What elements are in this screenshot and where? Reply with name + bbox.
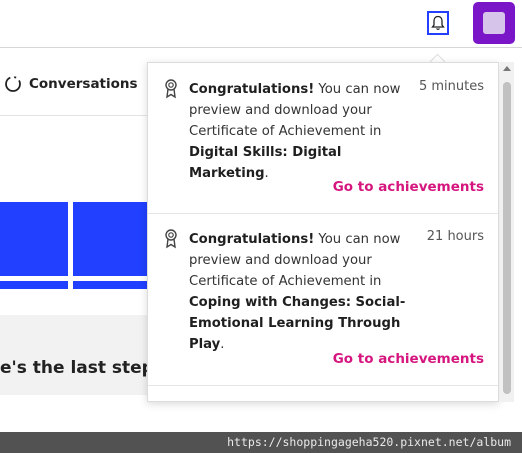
top-bar — [0, 0, 522, 48]
nav-divider — [0, 115, 148, 116]
notification-bold-start: Congratulations! — [189, 82, 315, 97]
course-tile-strip — [73, 281, 148, 289]
certificate-icon — [165, 229, 177, 249]
loading-circle-icon — [5, 76, 21, 92]
notification-item[interactable]: Congratulations! You can now preview and… — [148, 63, 498, 213]
course-tile[interactable] — [0, 202, 68, 276]
notification-text-end: . — [264, 166, 269, 181]
bell-icon — [431, 15, 445, 30]
nav-conversations-label: Conversations — [29, 76, 138, 92]
notification-bold-start: Congratulations! — [189, 232, 315, 247]
go-to-achievements-link[interactable]: Go to achievements — [333, 351, 484, 367]
notification-message: Congratulations! You can now preview and… — [189, 79, 421, 184]
notifications-dropdown: Congratulations! You can now preview and… — [147, 62, 499, 402]
watermark-bar: https://shoppingageha520.pixnet.net/albu… — [0, 432, 522, 453]
notification-text-end: . — [220, 337, 225, 352]
dropdown-scrollbar[interactable] — [500, 62, 514, 402]
step-heading: e's the last step — [0, 358, 154, 378]
scrollbar-thumb[interactable] — [503, 82, 511, 394]
notification-divider — [148, 385, 498, 386]
go-to-achievements-link[interactable]: Go to achievements — [333, 179, 484, 195]
course-tile-strip — [0, 281, 68, 289]
step-panel — [0, 315, 150, 395]
certificate-icon — [165, 79, 177, 99]
scroll-up-arrow-icon[interactable] — [503, 66, 511, 71]
notification-message: Congratulations! You can now preview and… — [189, 229, 421, 355]
notifications-button[interactable] — [427, 11, 449, 35]
avatar[interactable] — [473, 2, 515, 44]
avatar-image — [483, 12, 505, 34]
course-tile[interactable] — [73, 202, 148, 276]
notification-item[interactable]: Congratulations! You can now preview and… — [148, 213, 498, 385]
notification-time: 5 minutes — [418, 79, 484, 94]
notification-time: 21 hours — [426, 229, 484, 244]
nav-conversations[interactable]: Conversations — [4, 74, 138, 94]
